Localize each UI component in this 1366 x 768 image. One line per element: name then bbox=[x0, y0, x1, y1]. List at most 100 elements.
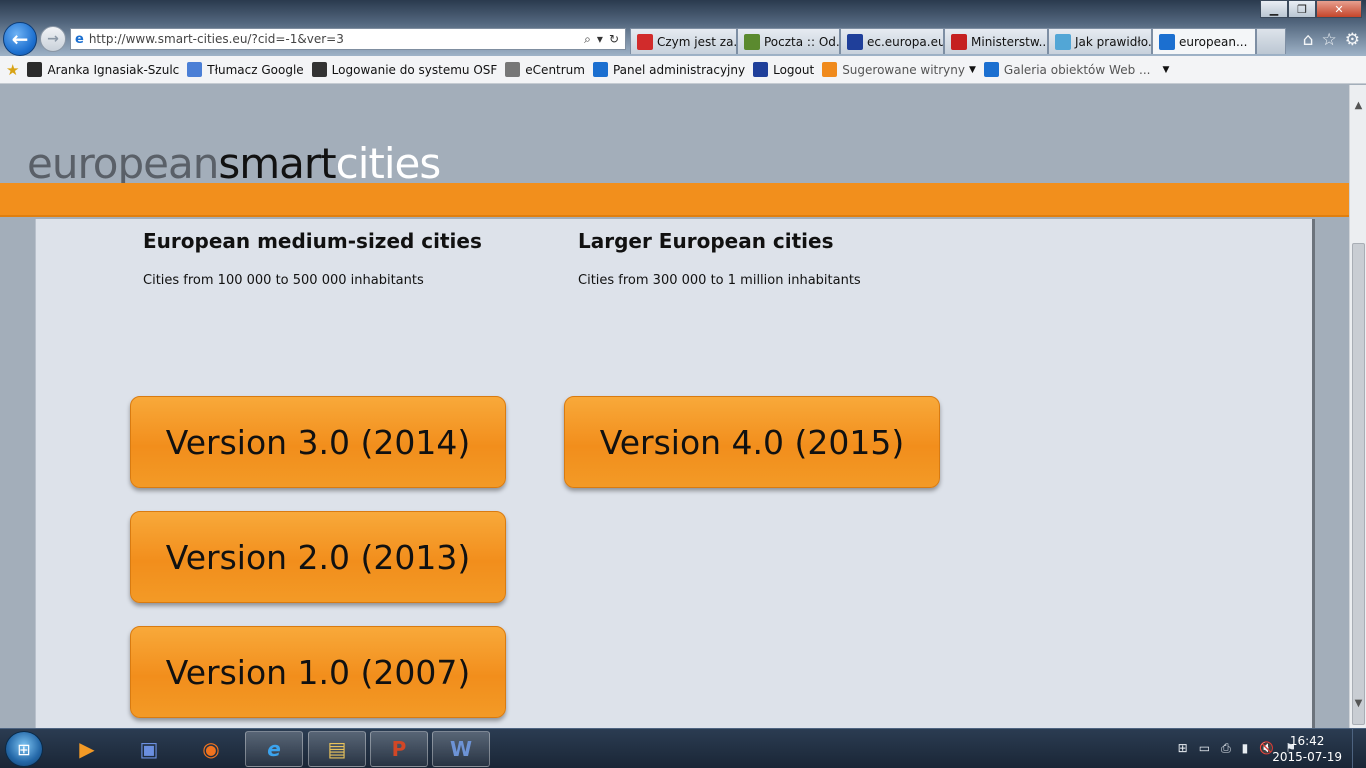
tab-czym-jest[interactable]: Czym jest za... bbox=[630, 28, 737, 54]
windows-logo-icon: ⊞ bbox=[17, 739, 31, 759]
suggested-sites-icon bbox=[822, 62, 838, 77]
internet-explorer-icon[interactable]: e bbox=[245, 731, 303, 767]
favorite-ecentrum[interactable]: eCentrum bbox=[505, 62, 585, 77]
network-signal-icon[interactable]: ▮ bbox=[1242, 741, 1249, 756]
maximize-button[interactable]: ❐ bbox=[1288, 0, 1316, 18]
scroll-thumb[interactable] bbox=[1352, 243, 1365, 725]
back-button[interactable]: ← bbox=[3, 22, 37, 56]
column-subtitle: Cities from 300 000 to 1 million inhabit… bbox=[578, 273, 861, 288]
search-icon[interactable]: ⌕ bbox=[584, 32, 591, 47]
tab-ec-europa[interactable]: ec.europa.eu bbox=[840, 28, 944, 54]
tab-european-smart-cities[interactable]: european... ✕ bbox=[1152, 28, 1256, 54]
tab-poczta[interactable]: Poczta :: Od... bbox=[737, 28, 840, 54]
scroll-down-icon[interactable]: ▼ bbox=[1350, 695, 1366, 712]
favorite-aranka[interactable]: Aranka Ignasiak-Szulc bbox=[27, 62, 179, 77]
browser-title-bar: ▁ ❐ ✕ ← → e http://www.smart-cities.eu/?… bbox=[0, 0, 1366, 56]
save-disk-icon[interactable]: ▣ bbox=[120, 731, 178, 767]
larger-cities-column: Larger European cities Cities from 300 0… bbox=[578, 229, 861, 288]
show-desktop-button[interactable] bbox=[1352, 729, 1366, 768]
page-viewport: europeansmartcities European medium-size… bbox=[0, 85, 1349, 728]
chevron-down-icon[interactable]: ▼ bbox=[1162, 65, 1169, 75]
favorites-bar: ★ Aranka Ignasiak-Szulc Tłumacz Google L… bbox=[0, 56, 1366, 84]
poland-emblem-icon bbox=[951, 33, 967, 50]
tab-label: Czym jest za... bbox=[657, 34, 737, 49]
chevron-down-icon[interactable]: ▾ bbox=[597, 32, 603, 47]
new-tab-button[interactable] bbox=[1256, 28, 1286, 54]
ie-page-icon bbox=[592, 62, 608, 77]
version-2-button[interactable]: Version 2.0 (2013) bbox=[130, 511, 506, 603]
column-subtitle: Cities from 100 000 to 500 000 inhabitan… bbox=[143, 273, 424, 288]
tab-label: european... bbox=[1179, 34, 1248, 49]
ie-page-icon bbox=[1159, 33, 1175, 50]
file-explorer-icon[interactable]: ▤ bbox=[308, 731, 366, 767]
start-button[interactable]: ⊞ bbox=[5, 731, 43, 767]
page-icon bbox=[1055, 33, 1071, 50]
chevron-down-icon[interactable]: ▼ bbox=[969, 65, 976, 75]
favorite-sugerowane-witryny[interactable]: Sugerowane witryny ▼ bbox=[822, 62, 976, 77]
tray-display-icon[interactable]: ▭ bbox=[1199, 741, 1210, 756]
ecentrum-icon bbox=[505, 62, 521, 77]
content-panel: European medium-sized cities Cities from… bbox=[35, 219, 1315, 728]
favorite-galeria-obiektow[interactable]: Galeria obiektów Web ... ▼ bbox=[983, 62, 1169, 77]
firefox-icon[interactable]: ◉ bbox=[182, 731, 240, 767]
header-band bbox=[0, 183, 1349, 217]
pattern-icon bbox=[311, 62, 327, 77]
column-heading: European medium-sized cities bbox=[143, 229, 482, 253]
url-text[interactable]: http://www.smart-cities.eu/?cid=-1&ver=3 bbox=[89, 32, 584, 46]
clock-date: 2015-07-19 bbox=[1272, 750, 1342, 764]
favorite-label: Logout bbox=[773, 62, 815, 77]
home-icon[interactable]: ⌂ bbox=[1303, 30, 1314, 50]
tray-app-icon[interactable]: ⊞ bbox=[1178, 741, 1188, 756]
refresh-icon[interactable]: ↻ bbox=[609, 32, 619, 47]
word-icon[interactable]: W bbox=[432, 731, 490, 767]
gear-icon[interactable]: ⚙ bbox=[1345, 30, 1360, 50]
tab-ministerstwo[interactable]: Ministerstw... bbox=[944, 28, 1048, 54]
tab-label: ec.europa.eu bbox=[867, 34, 944, 49]
powerpoint-icon[interactable]: P bbox=[370, 731, 428, 767]
media-player-icon[interactable]: ▶ bbox=[58, 731, 116, 767]
favorites-star-icon[interactable]: ☆ bbox=[1322, 30, 1337, 50]
favorite-label: Aranka Ignasiak-Szulc bbox=[47, 62, 180, 77]
version-3-button[interactable]: Version 3.0 (2014) bbox=[130, 396, 506, 488]
version-4-button[interactable]: Version 4.0 (2015) bbox=[564, 396, 940, 488]
tab-label: Poczta :: Od... bbox=[764, 34, 840, 49]
close-window-button[interactable]: ✕ bbox=[1316, 0, 1362, 18]
ie-page-icon: e bbox=[75, 31, 84, 47]
scroll-up-icon[interactable]: ▲ bbox=[1350, 97, 1366, 114]
favorite-logowanie-osf[interactable]: Logowanie do systemu OSF bbox=[311, 62, 498, 77]
poland-emblem-icon bbox=[637, 33, 653, 50]
minimize-button[interactable]: ▁ bbox=[1260, 0, 1288, 18]
ie-page-icon bbox=[983, 62, 999, 77]
site-logo[interactable]: europeansmartcities bbox=[27, 139, 441, 188]
favorite-label: Tłumacz Google bbox=[207, 62, 304, 77]
tab-jak-prawidlo[interactable]: Jak prawidło... bbox=[1048, 28, 1152, 54]
user-photo-icon bbox=[27, 62, 43, 77]
clock-time: 16:42 bbox=[1289, 734, 1325, 748]
medium-cities-column: European medium-sized cities Cities from… bbox=[143, 229, 482, 288]
forward-button[interactable]: → bbox=[40, 26, 66, 52]
eu-flag-icon bbox=[753, 62, 769, 77]
tab-label: Ministerstw... bbox=[971, 34, 1048, 49]
arrow-left-icon: ← bbox=[11, 27, 29, 51]
favorite-label: Panel administracyjny bbox=[612, 62, 746, 77]
system-clock[interactable]: 16:42 2015-07-19 bbox=[1272, 733, 1342, 765]
arrow-right-icon: → bbox=[47, 31, 59, 47]
logo-smart: smart bbox=[218, 139, 336, 188]
logo-european: european bbox=[27, 139, 219, 188]
favorite-panel-administracyjny[interactable]: Panel administracyjny bbox=[592, 62, 746, 77]
window-controls: ▁ ❐ ✕ bbox=[1260, 0, 1362, 18]
column-heading: Larger European cities bbox=[578, 229, 834, 253]
browser-tools: ⌂ ☆ ⚙ bbox=[1303, 30, 1360, 50]
address-bar[interactable]: e http://www.smart-cities.eu/?cid=-1&ver… bbox=[70, 28, 626, 50]
mail-map-icon bbox=[744, 33, 760, 50]
translate-icon bbox=[187, 62, 203, 77]
add-favorite-star-icon[interactable]: ★ bbox=[6, 61, 19, 79]
taskbar: ⊞ ▶ ▣ ◉ e ▤ P W ⊞ ▭ ⎙ ▮ 🔇 ⚑ 16:42 2015-0… bbox=[0, 728, 1366, 768]
favorite-logout[interactable]: Logout bbox=[753, 62, 814, 77]
favorite-label: Logowanie do systemu OSF bbox=[331, 62, 498, 77]
tray-device-icon[interactable]: ⎙ bbox=[1221, 741, 1231, 756]
favorite-tlumacz-google[interactable]: Tłumacz Google bbox=[187, 62, 304, 77]
version-1-button[interactable]: Version 1.0 (2007) bbox=[130, 626, 506, 718]
vertical-scrollbar[interactable]: ▲ ▼ bbox=[1349, 85, 1366, 728]
favorite-label: Galeria obiektów Web ... bbox=[1003, 62, 1151, 77]
